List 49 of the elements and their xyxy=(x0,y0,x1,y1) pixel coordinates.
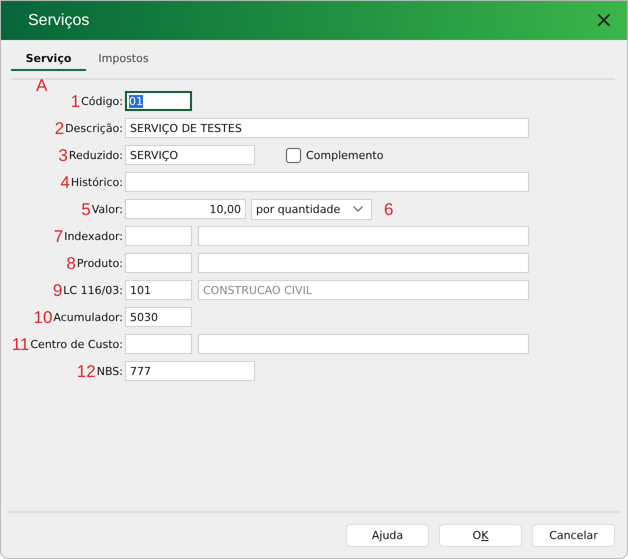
window-title: Serviços xyxy=(28,12,90,30)
field-label: Valor: xyxy=(92,202,123,216)
annotation-label: 7 xyxy=(54,228,64,244)
annotation-label: 9 xyxy=(52,282,62,298)
annotation-label: 1 xyxy=(70,92,80,110)
input-field[interactable]: 777 xyxy=(125,361,255,381)
chevron-down-icon xyxy=(353,206,363,212)
annotation-label: 3 xyxy=(58,146,68,164)
annotation-label: A xyxy=(36,76,48,95)
field-label: LC 116/03: xyxy=(63,284,123,296)
input-field[interactable]: 5030 xyxy=(125,307,192,327)
field-label: Histórico: xyxy=(70,176,123,188)
annotation-label: 12 xyxy=(76,362,96,380)
field-label: Centro de Custo: xyxy=(30,338,123,350)
input-field[interactable] xyxy=(125,226,192,246)
button[interactable]: Cancelar xyxy=(532,524,615,547)
close-button[interactable]: × xyxy=(590,10,617,30)
dropdown[interactable]: por quantidade xyxy=(251,198,372,220)
annotation-label: 11 xyxy=(12,336,30,352)
field-label: Reduzido: xyxy=(68,148,123,162)
input-field[interactable]: SERVIÇO DE TESTES xyxy=(125,118,529,138)
field-label: Indexador: xyxy=(64,230,123,242)
input-field[interactable]: 01 xyxy=(125,91,192,111)
checkbox-label: Complemento xyxy=(306,148,384,162)
field-label: NBS: xyxy=(96,364,123,378)
button[interactable]: OK xyxy=(439,524,522,547)
annotation-label: 4 xyxy=(60,174,70,190)
field-label: Descrição: xyxy=(65,122,123,134)
field-label: Código: xyxy=(81,94,123,108)
checkbox[interactable] xyxy=(286,148,301,162)
annotation-label: 5 xyxy=(81,200,91,218)
input-field[interactable]: 10,00 xyxy=(125,199,246,219)
input-field[interactable] xyxy=(125,334,192,354)
annotation-label: 2 xyxy=(54,120,64,136)
input-field[interactable] xyxy=(198,253,529,273)
input-field[interactable]: 101 xyxy=(125,280,192,300)
input-field[interactable] xyxy=(198,226,529,246)
tab[interactable]: Impostos xyxy=(86,52,161,71)
field-label: Acumulador: xyxy=(53,310,123,324)
input-field[interactable] xyxy=(125,172,529,192)
annotation-label: 8 xyxy=(66,254,76,272)
annotation-label: 6 xyxy=(384,200,394,218)
field-label: Produto: xyxy=(76,256,123,270)
button[interactable]: Ajuda xyxy=(346,524,429,547)
input-field[interactable] xyxy=(198,334,529,354)
input-field[interactable]: SERVIÇO xyxy=(125,145,255,165)
input-field[interactable] xyxy=(125,253,192,273)
tab[interactable]: Serviço xyxy=(11,52,86,71)
annotation-label: 10 xyxy=(33,308,52,326)
